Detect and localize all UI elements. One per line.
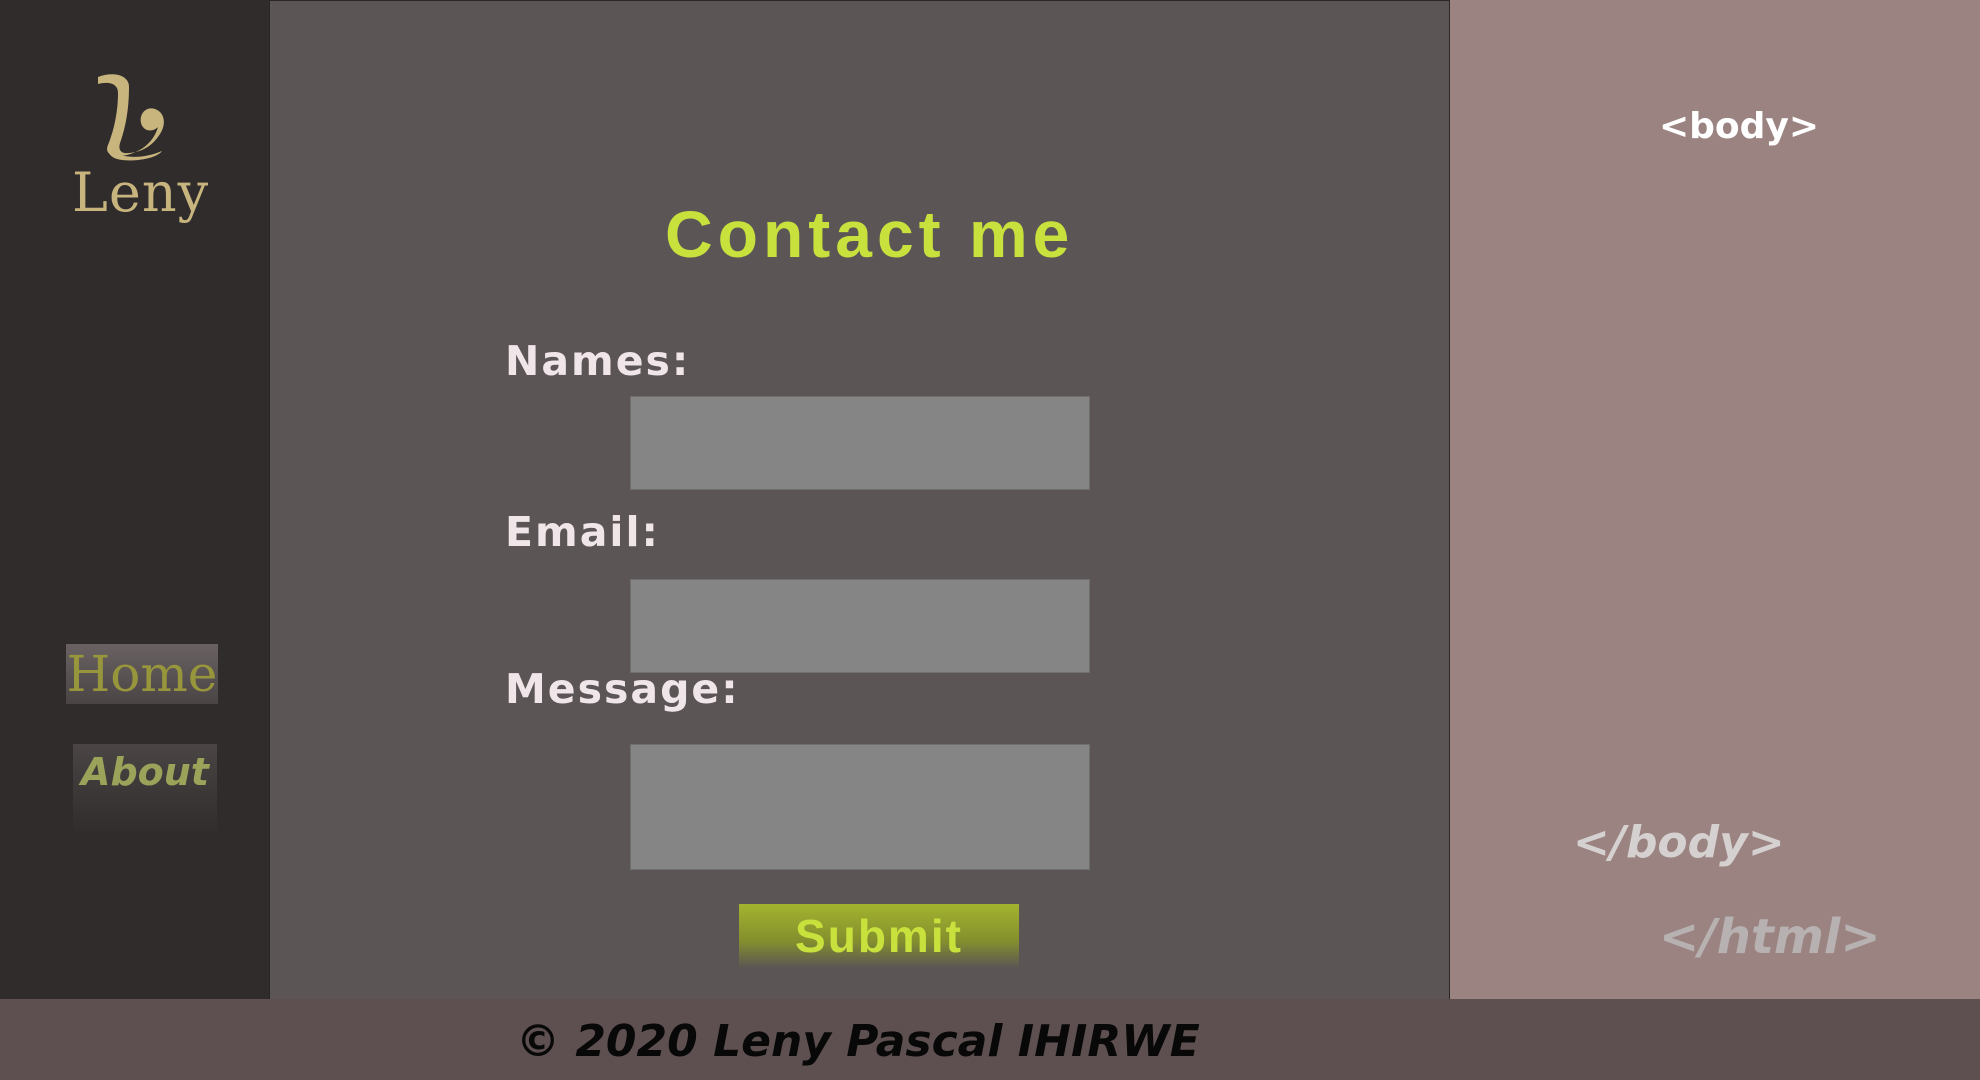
contact-title: Contact me (665, 197, 1075, 272)
close-html-code-text: </html> (1659, 909, 1881, 965)
script-l-logo-icon (98, 74, 164, 161)
open-body-code-text: <body> (1659, 106, 1820, 147)
nav-item-home[interactable]: Home (66, 644, 218, 704)
contact-page: Leny Home About Contact me Names: Email:… (0, 0, 1980, 1080)
email-input[interactable] (630, 579, 1090, 673)
footer-copyright: © 2020 Leny Pascal IHIRWE (516, 1016, 1200, 1067)
message-label: Message: (505, 665, 740, 713)
message-textarea[interactable] (630, 744, 1090, 870)
nav-item-about[interactable]: About (73, 744, 217, 836)
submit-button[interactable]: Submit (739, 904, 1019, 968)
left-sidebar: Leny Home About (0, 0, 269, 999)
names-input[interactable] (630, 396, 1090, 490)
brand-name: Leny (72, 161, 210, 224)
email-label: Email: (505, 508, 660, 556)
names-label: Names: (505, 337, 691, 385)
close-body-code-text: </body> (1573, 817, 1785, 868)
